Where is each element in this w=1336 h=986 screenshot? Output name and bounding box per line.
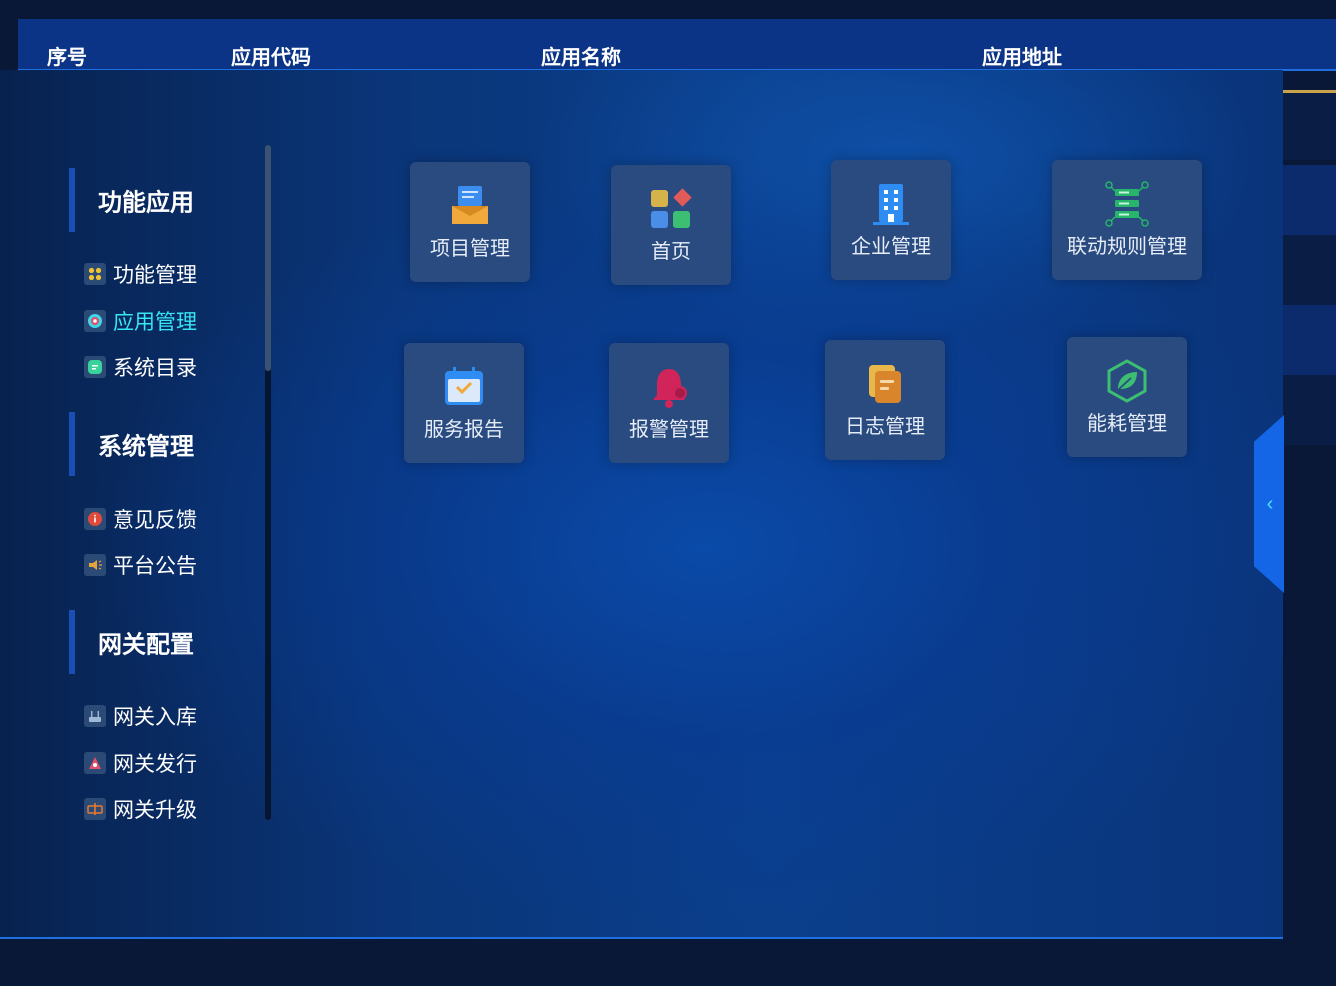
app-tile-label: 日志管理: [845, 416, 925, 438]
collapse-panel-button[interactable]: ‹: [1254, 415, 1284, 593]
chevron-left-icon: ‹: [1266, 492, 1274, 515]
app-tile-home[interactable]: 首页: [611, 165, 731, 285]
menu-item-feedback[interactable]: 意见反馈: [84, 505, 197, 533]
app-tile-linkage-rule-management[interactable]: 联动规则管理: [1052, 160, 1202, 280]
app-tile-energy-management[interactable]: 能耗管理: [1067, 337, 1187, 457]
calendar-check-icon: [441, 364, 487, 410]
app-tile-project-management[interactable]: 项目管理: [410, 162, 530, 282]
menu-item-label: 系统目录: [113, 357, 197, 380]
app-tile-enterprise-management[interactable]: 企业管理: [831, 160, 951, 280]
app-gear-icon: [84, 310, 106, 332]
table-row: [1283, 90, 1336, 160]
column-header-index: 序号: [47, 47, 87, 69]
app-tile-label: 企业管理: [851, 236, 931, 258]
project-icon: [447, 183, 493, 229]
menu-item-label: 网关升级: [113, 799, 197, 822]
alarm-bell-icon: [646, 364, 692, 410]
menu-item-label: 网关发行: [113, 753, 197, 776]
app-tile-label: 首页: [651, 241, 691, 263]
menu-item-gateway-upgrade[interactable]: 网关升级: [84, 795, 197, 823]
table-row: [1283, 165, 1336, 235]
log-files-icon: [862, 361, 908, 407]
app-tile-log-management[interactable]: 日志管理: [825, 340, 945, 460]
section-title: 系统管理: [98, 433, 194, 461]
table-row: [1283, 375, 1336, 445]
menu-item-label: 网关入库: [113, 706, 197, 729]
app-tile-label: 能耗管理: [1087, 413, 1167, 435]
app-tile-label: 联动规则管理: [1067, 236, 1187, 258]
table-header: 序号 应用代码 应用名称 应用地址: [18, 19, 1336, 71]
section-title: 网关配置: [98, 631, 194, 659]
menu-item-function-management[interactable]: 功能管理: [84, 260, 197, 288]
app-tile-label: 报警管理: [629, 419, 709, 441]
column-header-app-code: 应用代码: [231, 47, 311, 69]
app-tile-alarm-management[interactable]: 报警管理: [609, 343, 729, 463]
app-tile-service-report[interactable]: 服务报告: [404, 343, 524, 463]
app-tile-label: 项目管理: [430, 238, 510, 260]
divider: [1283, 90, 1336, 93]
sidebar-scrollbar[interactable]: [265, 145, 271, 820]
column-header-app-name: 应用名称: [541, 47, 621, 69]
scrollbar-thumb[interactable]: [265, 145, 271, 371]
catalog-icon: [84, 356, 106, 378]
building-icon: [868, 181, 914, 227]
column-header-app-url: 应用地址: [982, 47, 1062, 69]
menu-item-label: 平台公告: [113, 555, 197, 578]
section-header-gateway-config: 网关配置: [69, 610, 229, 674]
feedback-icon: [84, 508, 106, 530]
menu-item-app-management[interactable]: 应用管理: [84, 307, 197, 335]
leaf-hexagon-icon: [1104, 358, 1150, 404]
dots-grid-icon: [84, 263, 106, 285]
app-tile-label: 服务报告: [424, 419, 504, 441]
menu-item-system-catalog[interactable]: 系统目录: [84, 353, 197, 381]
menu-item-gateway-publish[interactable]: 网关发行: [84, 749, 197, 777]
server-network-icon: [1104, 181, 1150, 227]
menu-item-label: 应用管理: [113, 311, 197, 334]
megaphone-icon: [84, 554, 106, 576]
table-rows-background: [1283, 90, 1336, 450]
table-row: [1283, 305, 1336, 375]
menu-item-gateway-inbound[interactable]: 网关入库: [84, 702, 197, 730]
section-header-functional-apps: 功能应用: [69, 168, 229, 232]
upgrade-icon: [84, 798, 106, 820]
menu-item-platform-announcement[interactable]: 平台公告: [84, 551, 197, 579]
menu-item-label: 功能管理: [113, 264, 197, 287]
publish-icon: [84, 752, 106, 774]
router-icon: [84, 705, 106, 727]
section-title: 功能应用: [98, 189, 194, 217]
home-grid-icon: [648, 186, 694, 232]
section-header-system-management: 系统管理: [69, 412, 229, 476]
table-row: [1283, 235, 1336, 305]
menu-item-label: 意见反馈: [113, 509, 197, 532]
